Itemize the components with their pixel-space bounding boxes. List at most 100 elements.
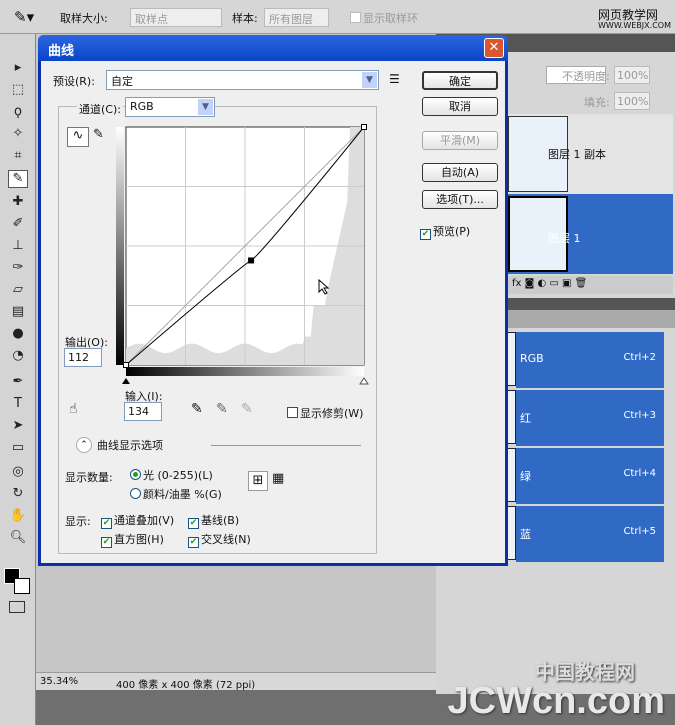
preset-label: 预设(R): bbox=[53, 75, 95, 88]
curves-dialog: 曲线 ✕ 预设(R): 自定 ▼ ☰ 确定 取消 平滑(M) 自动(A) 选项(T… bbox=[38, 35, 508, 566]
preview-checkbox[interactable]: ✔ 预览(P) bbox=[420, 223, 470, 240]
check-label: 直方图(H) bbox=[114, 533, 164, 546]
histogram-checkbox[interactable]: ✔ 直方图(H) bbox=[101, 531, 164, 548]
quick-select-icon[interactable]: ✧ bbox=[8, 126, 28, 144]
eraser-tool-icon[interactable]: ▱ bbox=[8, 282, 28, 300]
eyedropper-tool-icon[interactable]: ✎ bbox=[8, 170, 28, 188]
targeted-adjust-icon[interactable]: ☝ bbox=[69, 401, 78, 417]
fill-input[interactable]: 100% bbox=[614, 92, 650, 110]
pencil-icon[interactable]: ✎ bbox=[93, 127, 104, 142]
detailed-grid-icon[interactable]: ▦ bbox=[272, 471, 284, 486]
show-ring-checkbox[interactable]: 显示取样环 bbox=[350, 10, 418, 26]
show-clipping-label: 显示修剪(W) bbox=[300, 407, 364, 420]
layer-row-selected[interactable]: 图层 1 bbox=[508, 194, 673, 274]
options-bar: ✎▾ 取样大小: 取样点 样本: 所有图层 显示取样环 网页教学网 WWW.WE… bbox=[0, 0, 675, 34]
ok-button[interactable]: 确定 bbox=[422, 71, 498, 90]
channel-select[interactable]: RGB ▼ bbox=[125, 97, 215, 117]
sample-size-label: 取样大小: bbox=[60, 12, 108, 25]
opacity-label: 不透明度: bbox=[562, 70, 610, 83]
chevron-down-icon: ▼ bbox=[198, 99, 213, 115]
type-tool-icon[interactable]: T bbox=[8, 396, 28, 414]
gradient-tool-icon[interactable]: ▤ bbox=[8, 304, 28, 322]
black-point-eyedropper-icon[interactable]: ✎ bbox=[191, 401, 203, 417]
input-gradient-bar bbox=[126, 367, 364, 376]
curve-point[interactable] bbox=[248, 257, 255, 264]
channel-value: RGB bbox=[130, 100, 154, 113]
sample-label: 样本: bbox=[232, 12, 258, 25]
light-radio[interactable]: 光 (0-255)(L) bbox=[130, 467, 213, 483]
simple-grid-icon[interactable]: ⊞ bbox=[248, 471, 268, 491]
channel-label: 通道(C): bbox=[77, 101, 123, 117]
chevron-down-icon: ▼ bbox=[362, 72, 377, 88]
crop-tool-icon[interactable]: ⌗ bbox=[8, 148, 28, 166]
show-ring-label: 显示取样环 bbox=[363, 12, 418, 25]
check-label: 交叉线(N) bbox=[201, 533, 251, 546]
close-button[interactable]: ✕ bbox=[484, 38, 504, 58]
curve-point[interactable] bbox=[123, 362, 129, 368]
output-input[interactable]: 112 bbox=[64, 348, 102, 367]
preset-select[interactable]: 自定 ▼ bbox=[106, 70, 379, 90]
layer-row[interactable]: 图层 1 副本 bbox=[508, 114, 673, 194]
white-point-eyedropper-icon[interactable]: ✎ bbox=[241, 401, 253, 417]
marquee-tool-icon[interactable]: ⬚ bbox=[8, 82, 28, 100]
hand-tool-icon[interactable]: ✋ bbox=[8, 508, 28, 526]
input-input[interactable]: 134 bbox=[124, 402, 162, 421]
lasso-tool-icon[interactable]: ϙ bbox=[8, 104, 28, 122]
preset-options-icon[interactable]: ☰ bbox=[389, 72, 400, 86]
shape-tool-icon[interactable]: ▭ bbox=[8, 440, 28, 458]
options-button[interactable]: 选项(T)... bbox=[422, 190, 498, 209]
site-logo-url: WWW.WEBJX.COM bbox=[598, 21, 671, 30]
opacity-input[interactable]: 100% bbox=[614, 66, 650, 84]
healing-tool-icon[interactable]: ✚ bbox=[8, 194, 28, 212]
check-label: 通道叠加(V) bbox=[114, 514, 175, 527]
show-amount-label: 显示数量: bbox=[65, 471, 113, 484]
baseline-checkbox[interactable]: ✔ 基线(B) bbox=[188, 512, 239, 529]
curve-graph[interactable] bbox=[111, 123, 371, 393]
eyedropper-icon[interactable]: ✎▾ bbox=[14, 8, 34, 26]
background-color[interactable] bbox=[14, 578, 30, 594]
toolbox: ▸ ⬚ ϙ ✧ ⌗ ✎ ✚ ✐ ⊥ ✑ ▱ ▤ ● ◔ ✒ T ➤ ▭ ◎ ↻ … bbox=[0, 34, 36, 725]
collapse-icon[interactable]: ⌃ bbox=[76, 437, 92, 453]
gray-point-eyedropper-icon[interactable]: ✎ bbox=[216, 401, 228, 417]
dodge-tool-icon[interactable]: ◔ bbox=[8, 348, 28, 366]
3d-tool-icon[interactable]: ◎ bbox=[8, 464, 28, 482]
white-slider[interactable] bbox=[359, 377, 369, 385]
auto-button[interactable]: 自动(A) bbox=[422, 163, 498, 182]
move-tool-icon[interactable]: ▸ bbox=[8, 60, 28, 78]
cancel-button[interactable]: 取消 bbox=[422, 97, 498, 116]
smooth-button[interactable]: 平滑(M) bbox=[422, 131, 498, 150]
dialog-title: 曲线 bbox=[48, 44, 75, 59]
curve-edit-icon[interactable]: ∿ bbox=[67, 127, 89, 147]
show-clipping-checkbox[interactable]: 显示修剪(W) bbox=[287, 405, 363, 421]
channels-panel-tabs bbox=[508, 310, 675, 328]
black-slider[interactable] bbox=[122, 378, 130, 384]
fill-label: 填充: bbox=[584, 96, 610, 109]
watermark-logo: JCWcn.com bbox=[447, 680, 665, 722]
divider bbox=[211, 445, 361, 446]
dialog-body: 预设(R): 自定 ▼ ☰ 确定 取消 平滑(M) 自动(A) 选项(T)... … bbox=[41, 61, 505, 563]
brush-tool-icon[interactable]: ✐ bbox=[8, 216, 28, 234]
output-gradient-bar bbox=[116, 127, 124, 365]
path-select-icon[interactable]: ➤ bbox=[8, 418, 28, 436]
pigment-option-label: 颜料/油墨 %(G) bbox=[143, 488, 222, 501]
sample-select[interactable]: 所有图层 bbox=[264, 8, 329, 27]
channels-panel-header bbox=[508, 298, 675, 310]
dialog-title-bar: 曲线 ✕ bbox=[38, 35, 508, 61]
pen-tool-icon[interactable]: ✒ bbox=[8, 374, 28, 392]
pigment-radio[interactable]: 颜料/油墨 %(G) bbox=[130, 486, 222, 502]
3d-orbit-icon[interactable]: ↻ bbox=[8, 486, 28, 504]
zoom-level[interactable]: 35.34% bbox=[40, 676, 78, 687]
history-brush-icon[interactable]: ✑ bbox=[8, 260, 28, 278]
quick-mask-icon[interactable] bbox=[9, 601, 25, 613]
zoom-tool-icon[interactable]: 🔍︎ bbox=[8, 530, 28, 548]
blur-tool-icon[interactable]: ● bbox=[8, 326, 28, 344]
curve-point[interactable] bbox=[361, 124, 367, 130]
layer-name: 图层 1 bbox=[548, 232, 581, 245]
display-options-label: 曲线显示选项 bbox=[97, 439, 163, 452]
channel-row[interactable]: RGB Ctrl+2 bbox=[516, 332, 664, 388]
intersection-line-checkbox[interactable]: ✔ 交叉线(N) bbox=[188, 531, 251, 548]
preview-label: 预览(P) bbox=[433, 225, 471, 238]
stamp-tool-icon[interactable]: ⊥ bbox=[8, 238, 28, 256]
sample-size-select[interactable]: 取样点 bbox=[130, 8, 222, 27]
channel-overlay-checkbox[interactable]: ✔ 通道叠加(V) bbox=[101, 512, 174, 529]
